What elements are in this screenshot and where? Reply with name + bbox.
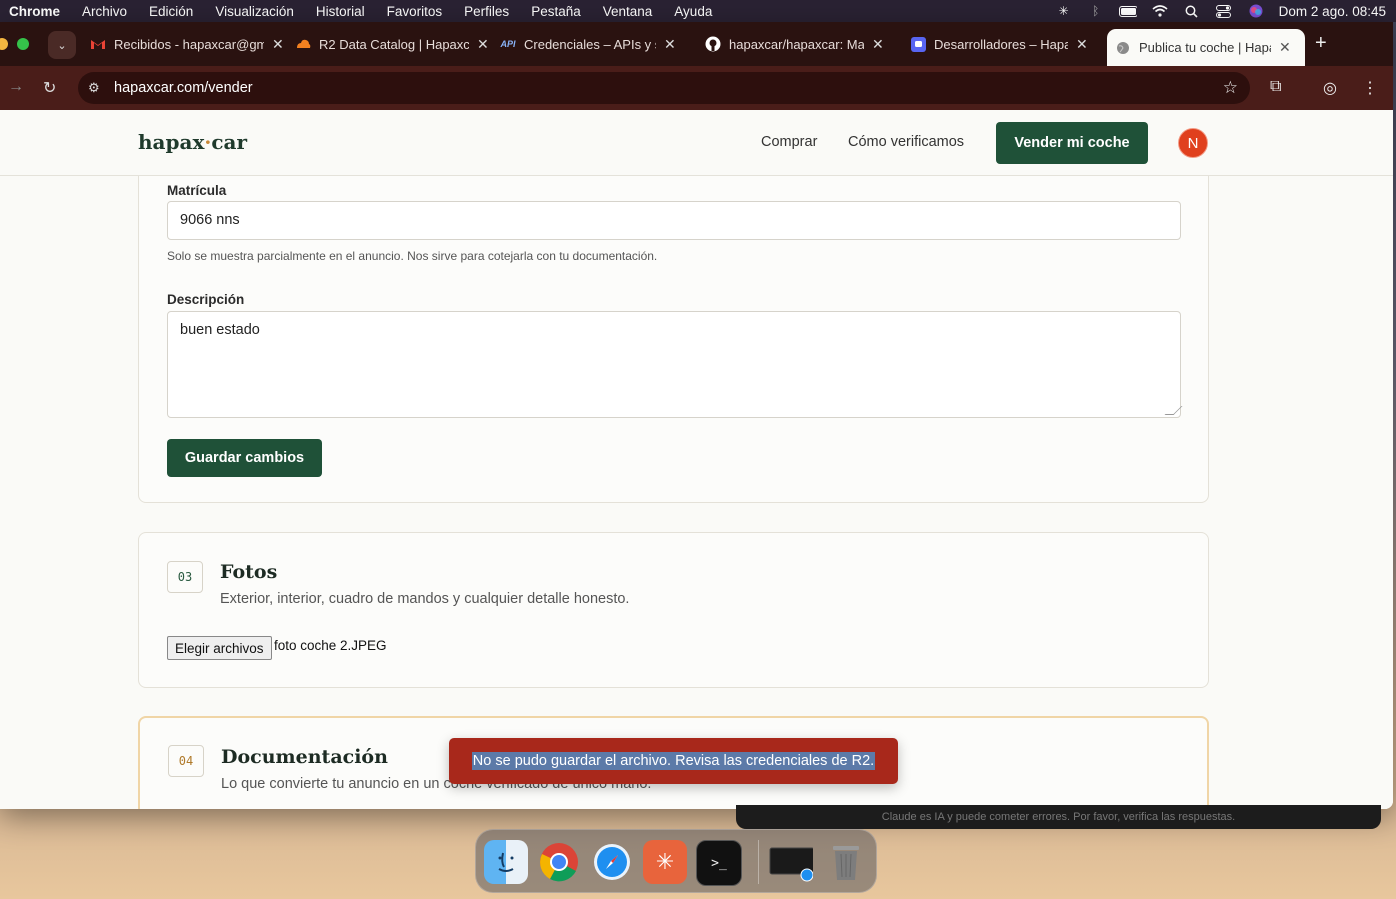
dock-separator — [758, 840, 759, 884]
menu-ayuda[interactable]: Ayuda — [674, 4, 712, 19]
minimized-window-icon[interactable] — [769, 840, 813, 884]
avatar[interactable]: N — [1178, 128, 1208, 158]
siri-icon[interactable] — [1247, 4, 1265, 18]
descripcion-text: buen estado — [180, 322, 260, 338]
fotos-title: Fotos — [220, 561, 278, 583]
chevron-down-icon: ⌄ — [57, 39, 67, 52]
chrome-menu-icon[interactable]: ⋮ — [1362, 78, 1378, 98]
discord-icon — [910, 36, 926, 52]
error-toast-message: No se pudo guardar el archivo. Revisa la… — [471, 752, 876, 770]
terminal-icon[interactable]: >_ — [696, 840, 742, 886]
menu-pestana[interactable]: Pestaña — [531, 4, 581, 19]
menubar-datetime[interactable]: Dom 2 ago. 08:45 — [1279, 4, 1386, 19]
step-badge: 03 — [167, 561, 203, 593]
gmail-icon — [90, 36, 106, 52]
tab-github[interactable]: hapaxcar/hapaxcar: Main ✕ — [705, 29, 884, 59]
address-url[interactable]: hapaxcar.com/vender — [114, 80, 253, 96]
tab-title: R2 Data Catalog | Hapaxcar — [319, 36, 469, 52]
selected-file-name: foto coche 2.JPEG — [274, 638, 387, 653]
tab-strip: ⌄ Recibidos - hapaxcar@gmail.com ✕ R2 Da… — [0, 22, 1393, 66]
matricula-label: Matrícula — [167, 183, 227, 198]
zoom-window-button[interactable] — [17, 38, 29, 50]
vender-mi-coche-button[interactable]: Vender mi coche — [996, 122, 1148, 164]
menu-perfiles[interactable]: Perfiles — [464, 4, 509, 19]
fotos-subtitle: Exterior, interior, cuadro de mandos y c… — [220, 591, 630, 607]
web-page: hapax·car Comprar Cómo verificamos Vende… — [0, 110, 1393, 809]
tab-title: hapaxcar/hapaxcar: Main — [729, 36, 864, 52]
safari-icon[interactable] — [590, 840, 634, 884]
matricula-field[interactable]: 9066 nns — [167, 201, 1181, 240]
macos-dock: ✳ >_ — [475, 829, 877, 893]
tab-publica-tu-coche[interactable]: Publica tu coche | Hapaxcar ✕ — [1107, 29, 1305, 66]
trash-icon[interactable] — [824, 840, 868, 884]
menu-favoritos[interactable]: Favoritos — [387, 4, 443, 19]
nav-comprar[interactable]: Comprar — [761, 134, 817, 150]
tab-title: Desarrolladores – Hapaxcar — [934, 36, 1068, 52]
new-tab-icon[interactable]: + — [1315, 32, 1327, 55]
finder-icon[interactable] — [484, 840, 528, 884]
choose-files-button[interactable]: Elegir archivos — [167, 636, 272, 660]
resize-handle-icon[interactable] — [1164, 406, 1183, 415]
extensions-icon[interactable]: ⧉ — [1270, 78, 1281, 96]
descripcion-label: Descripción — [167, 292, 245, 307]
claude-icon[interactable]: ✳ — [643, 840, 687, 884]
claude-footer-text: Claude es IA y puede cometer errores. Po… — [881, 811, 1236, 823]
macos-menubar: Chrome Archivo Edición Visualización His… — [0, 0, 1396, 22]
browser-toolbar: → ↻ ⚙ hapaxcar.com/vender ☆ ⧉ ◎ ⋮ — [0, 66, 1393, 110]
hapaxcar-logo[interactable]: hapax·car — [138, 130, 247, 154]
spotlight-search-icon[interactable] — [1183, 4, 1201, 18]
chrome-window: ⌄ Recibidos - hapaxcar@gmail.com ✕ R2 Da… — [0, 22, 1393, 809]
site-settings-icon[interactable]: ⚙ — [88, 80, 106, 96]
close-tab-icon[interactable]: ✕ — [272, 36, 284, 53]
bluetooth-icon[interactable]: ᛒ — [1087, 4, 1105, 18]
minimize-window-button[interactable] — [0, 38, 8, 50]
menu-visualizacion[interactable]: Visualización — [215, 4, 294, 19]
error-toast[interactable]: No se pudo guardar el archivo. Revisa la… — [449, 738, 898, 784]
matricula-help: Solo se muestra parcialmente en el anunc… — [167, 249, 658, 263]
tab-credenciales[interactable]: API Credenciales – APIs y servicios ✕ — [500, 29, 676, 59]
nav-como-verificamos[interactable]: Cómo verificamos — [848, 134, 964, 150]
chrome-icon[interactable] — [537, 840, 581, 884]
close-tab-icon[interactable]: ✕ — [1279, 39, 1291, 56]
wifi-icon[interactable] — [1151, 4, 1169, 18]
descripcion-textarea[interactable]: buen estado — [167, 311, 1183, 418]
menu-app-chrome[interactable]: Chrome — [9, 4, 60, 19]
step-badge: 04 — [168, 745, 204, 777]
site-header: hapax·car Comprar Cómo verificamos Vende… — [0, 110, 1393, 176]
tab-gmail[interactable]: Recibidos - hapaxcar@gmail.com ✕ — [90, 29, 284, 59]
reload-icon[interactable]: ↻ — [43, 78, 56, 98]
tab-search-button[interactable]: ⌄ — [48, 31, 76, 59]
save-button[interactable]: Guardar cambios — [167, 439, 322, 477]
menu-ventana[interactable]: Ventana — [603, 4, 653, 19]
menu-edicion[interactable]: Edición — [149, 4, 193, 19]
bookmark-star-icon[interactable]: ☆ — [1223, 78, 1238, 98]
profile-icon[interactable]: ◎ — [1323, 78, 1337, 98]
tab-title: Publica tu coche | Hapaxcar — [1139, 40, 1271, 55]
tab-desarrolladores[interactable]: Desarrolladores – Hapaxcar ✕ — [910, 29, 1088, 59]
documentacion-title: Documentación — [221, 746, 388, 768]
close-tab-icon[interactable]: ✕ — [872, 36, 884, 53]
battery-icon[interactable] — [1118, 4, 1137, 18]
tab-title: Recibidos - hapaxcar@gmail.com — [114, 36, 264, 52]
claude-menubar-icon[interactable]: ✳ — [1055, 4, 1073, 18]
close-tab-icon[interactable]: ✕ — [1076, 36, 1088, 53]
tab-title: Credenciales – APIs y servicios — [524, 36, 656, 52]
menu-historial[interactable]: Historial — [316, 4, 365, 19]
control-center-icon[interactable] — [1215, 4, 1233, 18]
forward-arrow-icon[interactable]: → — [8, 78, 24, 96]
api-icon: API — [500, 39, 516, 49]
cloudflare-icon — [295, 36, 311, 52]
claude-app-window[interactable]: Claude es IA y puede cometer errores. Po… — [736, 805, 1381, 829]
close-tab-icon[interactable]: ✕ — [477, 36, 489, 53]
menu-archivo[interactable]: Archivo — [82, 4, 127, 19]
fotos-card: 03 Fotos Exterior, interior, cuadro de m… — [138, 532, 1209, 688]
address-bar[interactable]: ⚙ hapaxcar.com/vender ☆ — [78, 72, 1250, 104]
close-tab-icon[interactable]: ✕ — [664, 36, 676, 53]
globe-icon — [1115, 40, 1131, 56]
tab-r2-data-catalog[interactable]: R2 Data Catalog | Hapaxcar ✕ — [295, 29, 489, 59]
github-icon — [705, 36, 721, 52]
